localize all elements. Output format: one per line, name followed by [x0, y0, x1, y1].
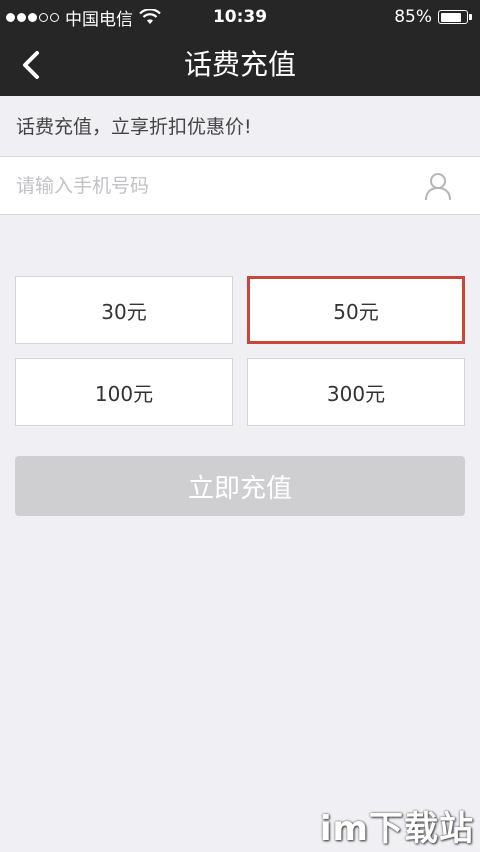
- status-bar: 中国电信 10:39 85%: [0, 0, 480, 34]
- page-title: 话费充值: [183, 48, 296, 81]
- back-button[interactable]: [6, 40, 56, 90]
- amount-option-30[interactable]: 30元: [15, 276, 233, 344]
- recharge-now-button[interactable]: 立即充值: [15, 456, 465, 516]
- chevron-left-icon: [23, 51, 39, 79]
- amount-option-50[interactable]: 50元: [247, 276, 465, 344]
- nav-bar: 话费充值: [0, 34, 480, 96]
- promo-text: 话费充值，立享折扣优惠价!: [16, 116, 252, 138]
- phone-input-row: [0, 156, 480, 215]
- recharge-screen: 中国电信 10:39 85% 话费充值 话费充值，立享折扣优惠价! 请输入手机号…: [0, 0, 480, 852]
- battery-fill: [440, 12, 461, 22]
- person-icon: [425, 173, 451, 201]
- battery-tip: [469, 14, 472, 20]
- amount-option-300[interactable]: 300元: [247, 358, 465, 426]
- battery-percent: 85%: [394, 7, 432, 27]
- phone-number-input[interactable]: [16, 157, 406, 214]
- battery-icon: [438, 10, 468, 24]
- amount-option-100[interactable]: 100元: [15, 358, 233, 426]
- watermark: im下载站: [319, 809, 474, 849]
- contacts-button[interactable]: [422, 170, 454, 202]
- status-right: 85%: [394, 0, 472, 34]
